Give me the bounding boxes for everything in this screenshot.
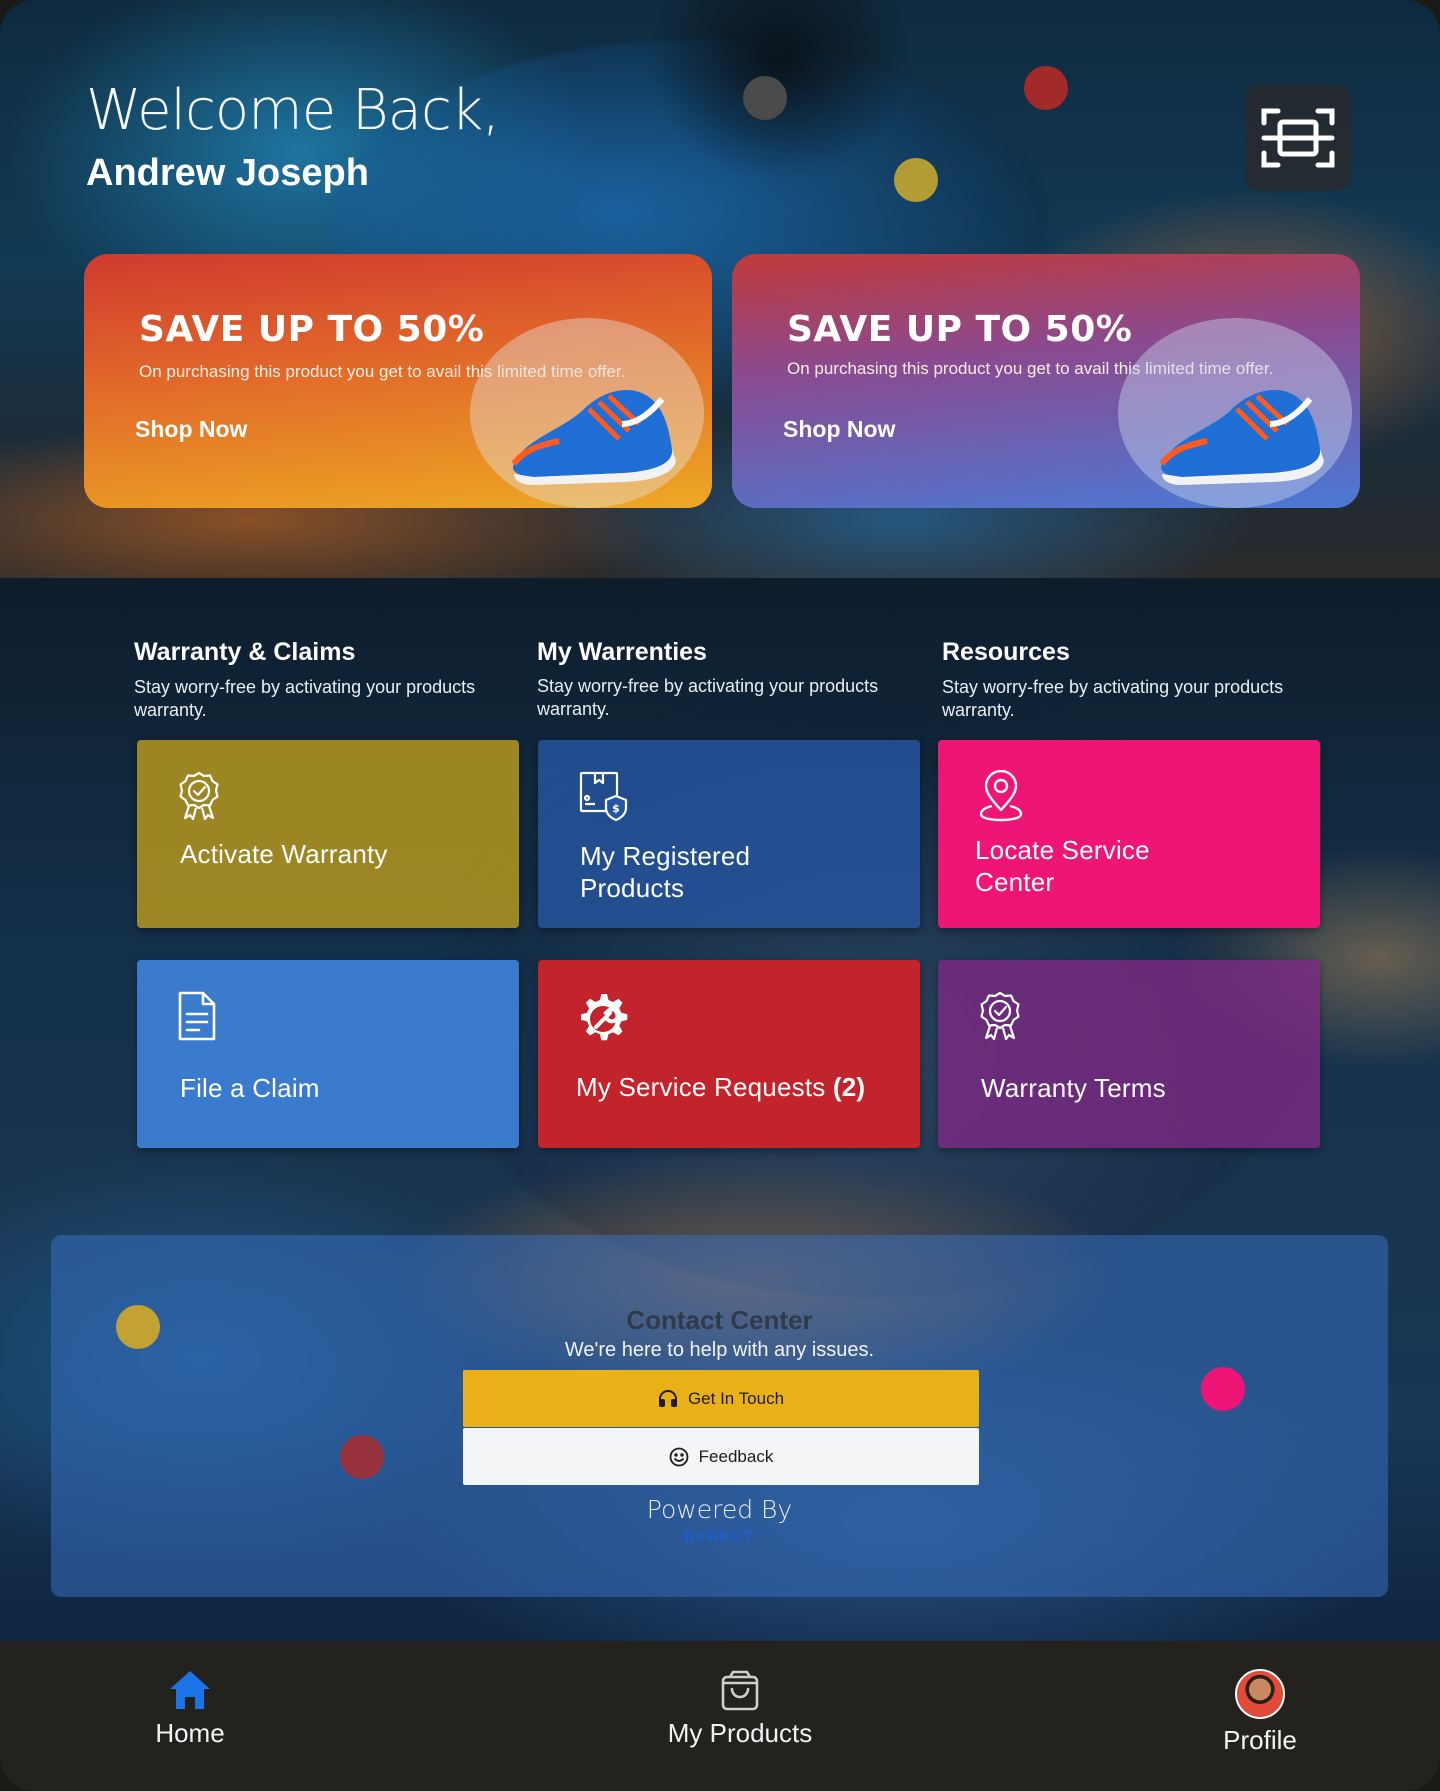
section-resources: Resources Stay worry-free by activating …: [942, 638, 1322, 722]
get-in-touch-button[interactable]: Get In Touch: [463, 1370, 979, 1427]
nav-label: Home: [155, 1718, 225, 1748]
brand-logo: DYRECT: [684, 1528, 755, 1544]
section-subtitle: Stay worry-free by activating your produ…: [942, 677, 1284, 720]
tile-label-line1: My Registered: [580, 841, 751, 871]
get-in-touch-label: Get In Touch: [687, 1388, 785, 1408]
scan-button[interactable]: [1245, 85, 1351, 191]
section-heading: Warranty & Claims: [134, 638, 356, 666]
feedback-label: Feedback: [698, 1446, 774, 1466]
svg-text:$: $: [612, 802, 620, 815]
promo-card-2[interactable]: SAVE UP TO 50% On purchasing this produc…: [732, 254, 1360, 508]
sneaker-image: [1159, 389, 1324, 485]
section-heading: My Warrenties: [537, 638, 707, 666]
contact-center-card: Contact Center We're here to help with a…: [51, 1235, 1388, 1597]
promo-title: SAVE UP TO 50%: [139, 309, 485, 350]
promo-card-1[interactable]: SAVE UP TO 50% On purchasing this produc…: [84, 254, 712, 508]
main-content: Warranty & Claims Stay worry-free by act…: [0, 578, 1440, 1642]
decor-dot-pink: [1201, 1367, 1245, 1411]
decor-dot-red: [340, 1435, 384, 1479]
nav-label: My Products: [667, 1718, 813, 1748]
section-heading: Resources: [942, 638, 1070, 666]
tile-label: My Registered Products: [580, 840, 750, 904]
tile-activate-warranty[interactable]: Activate Warranty: [137, 740, 519, 928]
bottom-navigation: Home My Products Profile: [0, 1641, 1440, 1791]
shopping-bag-icon: [721, 1670, 759, 1711]
decor-dot-red: [1024, 66, 1068, 110]
product-box-icon: $: [579, 771, 628, 822]
tile-label: Warranty Terms: [981, 1073, 1166, 1103]
award-badge-icon: [980, 991, 1020, 1040]
tile-warranty-terms[interactable]: Warranty Terms: [938, 960, 1320, 1148]
scan-icon: [1261, 108, 1335, 168]
tile-label: My Service Requests (2): [576, 1071, 865, 1103]
decor-dot-yellow: [894, 158, 938, 202]
contact-title: Contact Center: [626, 1305, 813, 1335]
section-subtitle: Stay worry-free by activating your produ…: [537, 676, 879, 719]
user-name: Andrew Joseph: [86, 152, 369, 194]
tile-label: Locate Service Center: [975, 834, 1150, 898]
tile-file-a-claim[interactable]: File a Claim: [137, 960, 519, 1148]
section-warranty-claims: Warranty & Claims Stay worry-free by act…: [134, 638, 514, 722]
avatar: [1235, 1669, 1285, 1719]
tile-label: File a Claim: [180, 1073, 320, 1103]
tile-locate-service-center[interactable]: Locate Service Center: [938, 740, 1320, 928]
section-my-warranties: My Warrenties Stay worry-free by activat…: [537, 638, 917, 721]
sneaker-image: [511, 389, 676, 485]
tile-label-line1: Locate Service: [975, 835, 1150, 865]
hero-banner: Welcome Back, Andrew Joseph SAVE UP TO 5…: [0, 0, 1440, 578]
powered-by-text: Powered By: [646, 1495, 793, 1524]
shop-now-link[interactable]: Shop Now: [135, 416, 247, 443]
nav-label: Profile: [1223, 1725, 1297, 1755]
tile-my-registered-products[interactable]: $ My Registered Products: [538, 740, 920, 928]
document-icon: [178, 991, 216, 1041]
service-requests-count: (2): [832, 1072, 866, 1102]
tile-label-line2: Center: [975, 867, 1055, 897]
decor-dot-gray: [743, 76, 787, 120]
home-icon: [170, 1671, 210, 1709]
app-frame: Welcome Back, Andrew Joseph SAVE UP TO 5…: [0, 0, 1440, 1791]
feedback-button[interactable]: Feedback: [463, 1428, 979, 1485]
welcome-heading: Welcome Back,: [86, 78, 500, 143]
headset-icon: [658, 1389, 677, 1407]
section-subtitle: Stay worry-free by activating your produ…: [134, 677, 476, 720]
nav-my-products[interactable]: My Products: [650, 1669, 830, 1749]
contact-subtitle: We're here to help with any issues.: [564, 1339, 875, 1361]
service-requests-label: My Service Requests: [576, 1072, 826, 1102]
tile-my-service-requests[interactable]: My Service Requests (2): [538, 960, 920, 1148]
nav-profile[interactable]: Profile: [1205, 1669, 1315, 1756]
gear-wrench-icon: [581, 994, 628, 1041]
map-pin-icon: [979, 770, 1023, 822]
shop-now-link[interactable]: Shop Now: [783, 416, 895, 443]
smiley-icon: [669, 1447, 689, 1466]
award-badge-icon: [179, 771, 219, 820]
promo-title: SAVE UP TO 50%: [787, 309, 1133, 350]
tile-label-line2: Products: [580, 873, 685, 903]
nav-home[interactable]: Home: [140, 1669, 240, 1749]
tile-label: Activate Warranty: [180, 839, 388, 869]
